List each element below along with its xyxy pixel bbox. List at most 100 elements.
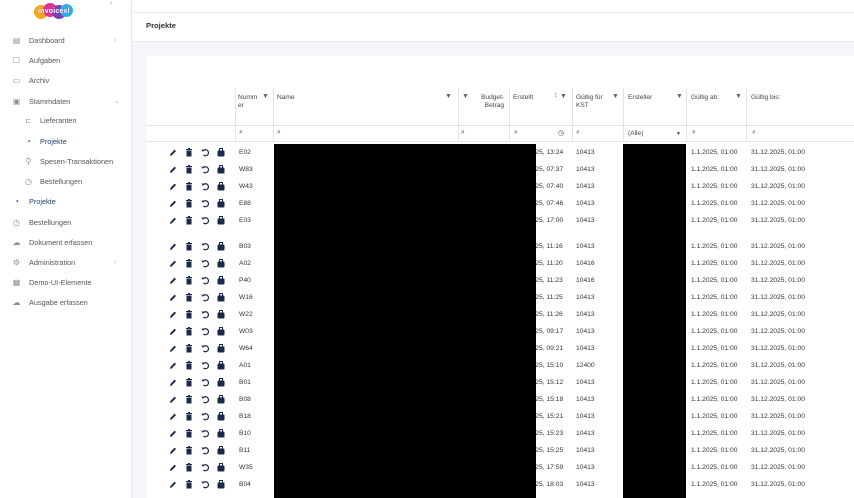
sidebar-item-projekte[interactable]: ◔ Projekte (0, 192, 131, 210)
sidebar-item-lieferanten[interactable]: ⊏ Lieferanten (0, 111, 131, 129)
edit-pencil-icon[interactable] (169, 480, 177, 489)
delete-trash-icon[interactable] (185, 293, 193, 302)
briefcase-icon[interactable] (217, 182, 225, 191)
undo-icon[interactable] (201, 446, 210, 455)
ersteller-filter-icon[interactable]: ▼ (676, 93, 683, 100)
col-header-gueltig-bis[interactable]: Gültig bis: (751, 94, 780, 102)
delete-trash-icon[interactable] (185, 182, 193, 191)
edit-pencil-icon[interactable] (169, 395, 177, 404)
delete-trash-icon[interactable] (185, 310, 193, 319)
briefcase-icon[interactable] (217, 242, 225, 251)
edit-pencil-icon[interactable] (169, 446, 177, 455)
briefcase-icon[interactable] (217, 429, 225, 438)
briefcase-icon[interactable] (217, 446, 225, 455)
delete-trash-icon[interactable] (185, 165, 193, 174)
delete-trash-icon[interactable] (185, 344, 193, 353)
briefcase-icon[interactable] (217, 259, 225, 268)
delete-trash-icon[interactable] (185, 429, 193, 438)
delete-trash-icon[interactable] (185, 216, 193, 225)
erstellt-filter-icon[interactable]: ▼ (560, 93, 567, 100)
edit-pencil-icon[interactable] (169, 412, 177, 421)
undo-icon[interactable] (201, 344, 210, 353)
edit-pencil-icon[interactable] (169, 361, 177, 370)
erstellt-search-icon[interactable]: ⌕ (514, 129, 518, 137)
erstellt-clock-icon[interactable]: ◷ (558, 129, 564, 137)
erstellt-sort-icon[interactable]: ↕ (554, 92, 558, 99)
gueltig-ab-filter-icon[interactable]: ▼ (735, 93, 742, 100)
edit-pencil-icon[interactable] (169, 182, 177, 191)
sidebar-item-spesen-transaktionen[interactable]: ⚲ Spesen-Transaktionen (0, 152, 131, 170)
briefcase-icon[interactable] (217, 165, 225, 174)
delete-trash-icon[interactable] (185, 242, 193, 251)
delete-trash-icon[interactable] (185, 446, 193, 455)
briefcase-icon[interactable] (217, 327, 225, 336)
briefcase-icon[interactable] (217, 463, 225, 472)
briefcase-icon[interactable] (217, 378, 225, 387)
delete-trash-icon[interactable] (185, 361, 193, 370)
nummer-search-icon[interactable]: ⌕ (239, 129, 243, 137)
nummer-filter-icon[interactable]: ▼ (262, 93, 269, 100)
undo-icon[interactable] (201, 480, 210, 489)
undo-icon[interactable] (201, 182, 210, 191)
undo-icon[interactable] (201, 327, 210, 336)
undo-icon[interactable] (201, 199, 210, 208)
sidebar-item-bestellungen[interactable]: ◷ Bestellungen (0, 213, 131, 231)
undo-icon[interactable] (201, 259, 210, 268)
briefcase-icon[interactable] (217, 395, 225, 404)
edit-pencil-icon[interactable] (169, 463, 177, 472)
edit-pencil-icon[interactable] (169, 216, 177, 225)
undo-icon[interactable] (201, 378, 210, 387)
briefcase-icon[interactable] (217, 199, 225, 208)
delete-trash-icon[interactable] (185, 276, 193, 285)
col-header-budget[interactable]: Budget- Betrag (481, 94, 504, 110)
undo-icon[interactable] (201, 412, 210, 421)
sidebar-item-aufgaben[interactable]: ☐ Aufgaben (0, 51, 131, 69)
edit-pencil-icon[interactable] (169, 259, 177, 268)
delete-trash-icon[interactable] (185, 327, 193, 336)
ersteller-select[interactable]: (Alle) (628, 130, 643, 137)
gueltig-ab-search-icon[interactable]: ⌕ (692, 129, 696, 137)
undo-icon[interactable] (201, 361, 210, 370)
col-header-nummer[interactable]: Numm er (238, 94, 257, 110)
ersteller-dropdown-icon[interactable]: ▼ (676, 131, 681, 137)
col-header-ersteller[interactable]: Ersteller (628, 94, 652, 102)
briefcase-icon[interactable] (217, 310, 225, 319)
kst-filter-icon[interactable]: ▼ (612, 93, 619, 100)
col-header-erstellt[interactable]: Erstellt (513, 94, 533, 102)
edit-pencil-icon[interactable] (169, 327, 177, 336)
delete-trash-icon[interactable] (185, 378, 193, 387)
col-header-name[interactable]: Name (277, 94, 295, 102)
undo-icon[interactable] (201, 429, 210, 438)
sidebar-item-stammdaten[interactable]: ▣ Stammdaten ⌄ (0, 92, 131, 110)
briefcase-icon[interactable] (217, 293, 225, 302)
name-search-icon[interactable]: ⌕ (277, 129, 281, 137)
edit-pencil-icon[interactable] (169, 429, 177, 438)
briefcase-icon[interactable] (217, 344, 225, 353)
undo-icon[interactable] (201, 165, 210, 174)
briefcase-icon[interactable] (217, 361, 225, 370)
sidebar-item-dokument-erfassen[interactable]: ☁ Dokument erfassen (0, 233, 131, 251)
budget-filter-icon[interactable]: ▼ (462, 93, 469, 100)
sidebar-item-bestellungen[interactable]: ◷ Bestellungen (0, 172, 131, 190)
sidebar-item-administration[interactable]: ⚙ Administration › (0, 253, 131, 271)
undo-icon[interactable] (201, 293, 210, 302)
edit-pencil-icon[interactable] (169, 148, 177, 157)
edit-pencil-icon[interactable] (169, 344, 177, 353)
briefcase-icon[interactable] (217, 276, 225, 285)
edit-pencil-icon[interactable] (169, 165, 177, 174)
budget-search-icon[interactable]: ⌕ (461, 129, 465, 137)
gueltig-bis-search-icon[interactable]: ⌕ (752, 129, 756, 137)
briefcase-icon[interactable] (217, 148, 225, 157)
undo-icon[interactable] (201, 148, 210, 157)
sidebar-item-demo-ui-elemente[interactable]: ▦ Demo-UI-Elemente (0, 273, 131, 291)
undo-icon[interactable] (201, 242, 210, 251)
undo-icon[interactable] (201, 216, 210, 225)
briefcase-icon[interactable] (217, 412, 225, 421)
sidebar-item-ausgabe-erfassen[interactable]: ☁ Ausgabe erfassen (0, 293, 131, 311)
delete-trash-icon[interactable] (185, 395, 193, 404)
sidebar-item-archiv[interactable]: ▭ Archiv (0, 71, 131, 89)
sidebar-item-dashboard[interactable]: ▤ Dashboard › (0, 31, 131, 49)
delete-trash-icon[interactable] (185, 463, 193, 472)
undo-icon[interactable] (201, 310, 210, 319)
col-header-kst[interactable]: Gültig für KST (576, 94, 603, 110)
